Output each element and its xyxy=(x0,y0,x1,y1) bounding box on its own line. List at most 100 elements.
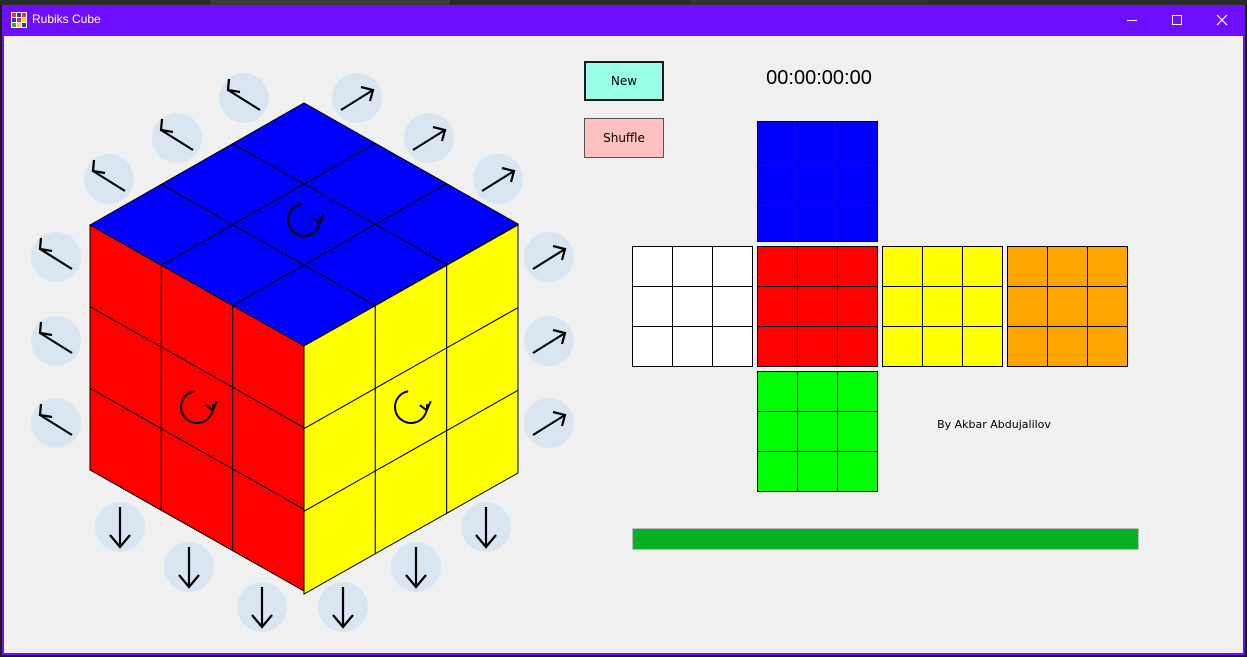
net-sticker xyxy=(1007,286,1048,327)
arrow-up-left-button[interactable] xyxy=(31,232,81,282)
net-face-left xyxy=(632,246,753,367)
arrow-up-right-button[interactable] xyxy=(404,113,454,163)
minimize-icon xyxy=(1127,20,1137,21)
net-sticker xyxy=(797,451,838,492)
net-sticker xyxy=(757,201,798,242)
net-face-front xyxy=(757,246,878,367)
shuffle-button[interactable]: Shuffle xyxy=(584,118,664,158)
net-sticker xyxy=(757,121,798,162)
net-sticker xyxy=(922,326,963,367)
move-button-bg xyxy=(524,398,574,448)
move-button-bg xyxy=(473,154,523,204)
net-sticker xyxy=(797,326,838,367)
net-sticker xyxy=(837,411,878,452)
net-sticker xyxy=(672,286,713,327)
close-icon xyxy=(1216,14,1228,26)
move-button-bg xyxy=(219,73,269,123)
net-sticker xyxy=(922,246,963,287)
net-sticker xyxy=(632,246,673,287)
net-sticker xyxy=(632,286,673,327)
net-sticker xyxy=(632,326,673,367)
close-button[interactable] xyxy=(1199,5,1245,35)
net-sticker xyxy=(1087,326,1128,367)
net-sticker xyxy=(837,371,878,412)
move-button-bg xyxy=(31,232,81,282)
arrow-down-button[interactable] xyxy=(95,502,145,552)
net-sticker xyxy=(757,371,798,412)
move-button-bg xyxy=(332,73,382,123)
arrow-up-left-button[interactable] xyxy=(31,316,81,366)
app-window: Rubiks Cube New Shuffle 00:00:00:00 By A… xyxy=(2,5,1245,655)
net-sticker xyxy=(1047,246,1088,287)
move-button-bg xyxy=(524,232,574,282)
net-sticker xyxy=(757,411,798,452)
arrow-up-left-button[interactable] xyxy=(31,398,81,448)
net-sticker xyxy=(882,286,923,327)
arrow-up-right-button[interactable] xyxy=(524,398,574,448)
net-sticker xyxy=(837,286,878,327)
net-sticker xyxy=(1047,286,1088,327)
window-title: Rubiks Cube xyxy=(32,12,101,26)
net-sticker xyxy=(757,161,798,202)
net-sticker xyxy=(797,371,838,412)
arrow-up-right-button[interactable] xyxy=(332,73,382,123)
net-sticker xyxy=(837,326,878,367)
net-sticker xyxy=(1047,326,1088,367)
maximize-icon xyxy=(1172,15,1182,25)
timer-display: 00:00:00:00 xyxy=(766,67,872,89)
arrow-down-button[interactable] xyxy=(237,582,287,632)
net-sticker xyxy=(1007,246,1048,287)
author-credit: By Akbar Abdujalilov xyxy=(937,418,1051,431)
net-sticker xyxy=(837,201,878,242)
move-button-bg xyxy=(84,154,134,204)
arrow-up-left-button[interactable] xyxy=(152,113,202,163)
progress-bar xyxy=(632,528,1139,550)
net-sticker xyxy=(797,286,838,327)
net-sticker xyxy=(797,161,838,202)
net-sticker xyxy=(1007,326,1048,367)
net-sticker xyxy=(882,246,923,287)
net-face-down xyxy=(757,371,878,492)
net-sticker xyxy=(962,286,1003,327)
net-sticker xyxy=(757,246,798,287)
cube-3d-view xyxy=(31,73,574,632)
net-sticker xyxy=(922,286,963,327)
move-button-bg xyxy=(524,316,574,366)
net-face-up xyxy=(757,121,878,242)
net-sticker xyxy=(837,161,878,202)
maximize-button[interactable] xyxy=(1154,5,1200,35)
minimize-button[interactable] xyxy=(1109,5,1155,35)
net-sticker xyxy=(837,451,878,492)
arrow-down-button[interactable] xyxy=(318,582,368,632)
move-button-bg xyxy=(31,316,81,366)
arrow-down-button[interactable] xyxy=(164,542,214,592)
net-sticker xyxy=(757,286,798,327)
net-sticker xyxy=(1087,246,1128,287)
move-button-bg xyxy=(404,113,454,163)
net-sticker xyxy=(962,326,1003,367)
arrow-up-right-button[interactable] xyxy=(524,232,574,282)
net-sticker xyxy=(672,326,713,367)
title-bar[interactable]: Rubiks Cube xyxy=(2,5,1245,35)
net-sticker xyxy=(837,246,878,287)
net-sticker xyxy=(797,201,838,242)
progress-fill xyxy=(633,529,1138,549)
client-area: New Shuffle 00:00:00:00 By Akbar Abdujal… xyxy=(4,36,1243,653)
net-sticker xyxy=(712,286,753,327)
arrow-down-button[interactable] xyxy=(461,502,511,552)
net-sticker xyxy=(1087,286,1128,327)
arrow-up-right-button[interactable] xyxy=(524,316,574,366)
new-button[interactable]: New xyxy=(584,61,664,101)
arrow-up-right-button[interactable] xyxy=(473,154,523,204)
arrow-down-button[interactable] xyxy=(391,542,441,592)
net-sticker xyxy=(672,246,713,287)
arrow-up-left-button[interactable] xyxy=(219,73,269,123)
net-sticker xyxy=(797,121,838,162)
move-button-bg xyxy=(31,398,81,448)
rubiks-cube-icon xyxy=(11,12,27,28)
net-sticker xyxy=(757,451,798,492)
net-sticker xyxy=(712,246,753,287)
net-sticker xyxy=(962,246,1003,287)
arrow-up-left-button[interactable] xyxy=(84,154,134,204)
net-sticker xyxy=(797,246,838,287)
